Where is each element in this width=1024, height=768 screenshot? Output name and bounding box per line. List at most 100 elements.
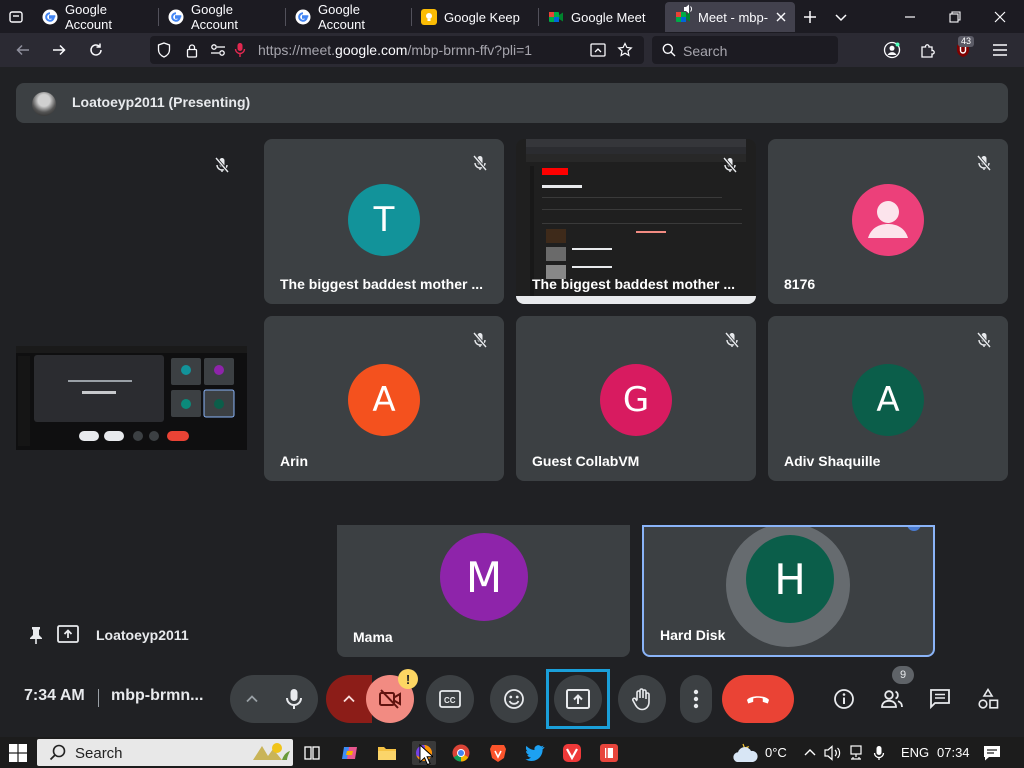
permissions-icon[interactable] bbox=[210, 42, 226, 58]
extensions-puzzle-icon[interactable] bbox=[916, 38, 940, 62]
hamburger-menu-icon[interactable] bbox=[988, 38, 1012, 62]
twitter-bird-icon[interactable] bbox=[523, 741, 547, 765]
search-field[interactable]: Search bbox=[652, 36, 838, 64]
browser-tab[interactable]: Google Account bbox=[158, 2, 282, 32]
browser-tab[interactable]: Google Meet bbox=[538, 2, 662, 32]
account-icon[interactable] bbox=[880, 38, 904, 62]
participant-tile[interactable]: A Arin bbox=[264, 316, 504, 481]
activities-button[interactable] bbox=[976, 687, 1000, 711]
search-placeholder: Search bbox=[683, 43, 728, 59]
more-vertical-icon bbox=[693, 689, 699, 709]
tab-title: Google Account bbox=[65, 2, 112, 32]
participant-tile[interactable]: T The biggest baddest mother ... bbox=[264, 139, 504, 304]
app-icon[interactable] bbox=[597, 741, 621, 765]
participant-name: Guest CollabVM bbox=[532, 453, 640, 469]
audio-options-chevron-up-icon[interactable] bbox=[244, 691, 260, 707]
participant-name: Arin bbox=[280, 453, 308, 469]
pin-icon[interactable] bbox=[28, 626, 44, 644]
browser-tab[interactable]: Google Account bbox=[285, 2, 409, 32]
list-all-tabs-icon[interactable] bbox=[4, 6, 28, 28]
browser-tab-active[interactable]: Meet - mbp- bbox=[665, 2, 795, 32]
tab-title: Google Account bbox=[318, 2, 365, 32]
participant-tile[interactable]: 8176 bbox=[768, 139, 1008, 304]
microphone-icon[interactable] bbox=[869, 741, 889, 765]
participant-tile[interactable]: M Mama bbox=[337, 525, 630, 657]
new-tab-icon[interactable] bbox=[798, 5, 822, 29]
meeting-clock: 7:34 AM bbox=[24, 687, 85, 704]
browser-tab[interactable]: Google Account bbox=[32, 2, 156, 32]
raise-hand-button[interactable] bbox=[618, 675, 666, 723]
reload-icon[interactable] bbox=[84, 38, 108, 62]
present-now-button[interactable] bbox=[546, 669, 610, 729]
activities-shapes-icon bbox=[978, 688, 999, 709]
network-ethernet-icon[interactable] bbox=[846, 741, 866, 765]
windows-start-icon[interactable] bbox=[6, 741, 30, 765]
microphone-icon bbox=[286, 689, 302, 709]
navigation-toolbar: https://meet.google.com/mbp-brmn-ffv?pli… bbox=[0, 33, 1024, 67]
people-button[interactable] bbox=[880, 687, 904, 711]
weather-cloud-icon[interactable] bbox=[731, 741, 759, 765]
chevron-down-icon[interactable] bbox=[829, 5, 853, 29]
notification-center-icon[interactable] bbox=[980, 741, 1004, 765]
bookmark-star-icon[interactable] bbox=[617, 42, 633, 58]
microphone-in-use-icon[interactable] bbox=[232, 42, 248, 58]
show-hidden-icons-chevron-up-icon[interactable] bbox=[800, 741, 820, 765]
participant-tile[interactable]: A Adiv Shaquille bbox=[768, 316, 1008, 481]
participant-tile-screen-share[interactable]: The biggest baddest mother ... bbox=[516, 139, 756, 304]
microphone-button[interactable] bbox=[270, 675, 318, 723]
address-bar[interactable]: https://meet.google.com/mbp-brmn-ffv?pli… bbox=[150, 36, 644, 64]
shield-icon[interactable] bbox=[156, 42, 172, 58]
participant-avatar: A bbox=[348, 364, 420, 436]
google-icon bbox=[42, 9, 58, 25]
minimize-window-icon[interactable] bbox=[898, 5, 922, 29]
keep-icon bbox=[421, 9, 437, 25]
camera-off-icon bbox=[379, 689, 401, 709]
participant-tile-active-speaker[interactable]: H Hard Disk bbox=[642, 525, 935, 657]
meeting-code[interactable]: mbp-brmn... bbox=[111, 687, 203, 705]
closed-captions-icon: CC bbox=[439, 690, 461, 708]
taskbar-search-placeholder: Search bbox=[75, 745, 123, 762]
close-tab-icon[interactable] bbox=[773, 9, 789, 25]
default-profile-avatar-icon bbox=[852, 184, 924, 256]
chat-button[interactable] bbox=[928, 687, 952, 711]
participant-count-badge: 9 bbox=[892, 666, 914, 684]
speaker-volume-icon[interactable] bbox=[823, 741, 843, 765]
chrome-icon[interactable] bbox=[449, 741, 473, 765]
mic-off-icon bbox=[212, 155, 232, 175]
task-view-icon[interactable] bbox=[300, 741, 324, 765]
screen-share-indicator-icon[interactable] bbox=[590, 42, 606, 58]
presented-screen-preview[interactable] bbox=[16, 346, 247, 450]
system-clock[interactable]: 07:34 bbox=[937, 745, 970, 760]
mic-off-icon bbox=[974, 153, 994, 173]
participant-tile[interactable]: G Guest CollabVM bbox=[516, 316, 756, 481]
lock-icon[interactable] bbox=[184, 42, 200, 58]
participant-avatar: A bbox=[852, 364, 924, 436]
brave-icon[interactable] bbox=[486, 741, 510, 765]
vivaldi-icon[interactable] bbox=[560, 741, 584, 765]
back-arrow-icon[interactable] bbox=[11, 38, 35, 62]
presenter-avatar bbox=[32, 92, 56, 116]
info-icon bbox=[834, 689, 854, 709]
meeting-details-button[interactable] bbox=[832, 687, 856, 711]
speaker-playing-icon[interactable] bbox=[683, 4, 694, 14]
participant-avatar: H bbox=[746, 535, 834, 623]
copilot-icon[interactable] bbox=[338, 741, 362, 765]
weather-temperature[interactable]: 0°C bbox=[765, 745, 787, 760]
captions-button[interactable]: CC bbox=[426, 675, 474, 723]
presenter-banner-label: Loatoeyp2011 (Presenting) bbox=[72, 94, 251, 110]
forward-arrow-icon[interactable] bbox=[47, 38, 71, 62]
meet-call-view: Loatoeyp2011 (Presenting) T The biggest … bbox=[0, 67, 1024, 737]
taskbar-search-box[interactable]: Search bbox=[37, 739, 293, 766]
browser-tab[interactable]: Google Keep bbox=[411, 2, 535, 32]
input-language-indicator[interactable]: ENG bbox=[901, 745, 929, 760]
emoji-icon bbox=[504, 689, 524, 709]
more-options-button[interactable] bbox=[680, 675, 712, 723]
reactions-button[interactable] bbox=[490, 675, 538, 723]
leave-call-button[interactable] bbox=[722, 675, 794, 723]
file-explorer-icon[interactable] bbox=[375, 741, 399, 765]
presenter-banner[interactable]: Loatoeyp2011 (Presenting) bbox=[16, 83, 1008, 123]
restore-window-icon[interactable] bbox=[943, 5, 967, 29]
close-window-icon[interactable] bbox=[988, 5, 1012, 29]
camera-warning-badge[interactable]: ! bbox=[398, 669, 418, 689]
participant-avatar: G bbox=[600, 364, 672, 436]
